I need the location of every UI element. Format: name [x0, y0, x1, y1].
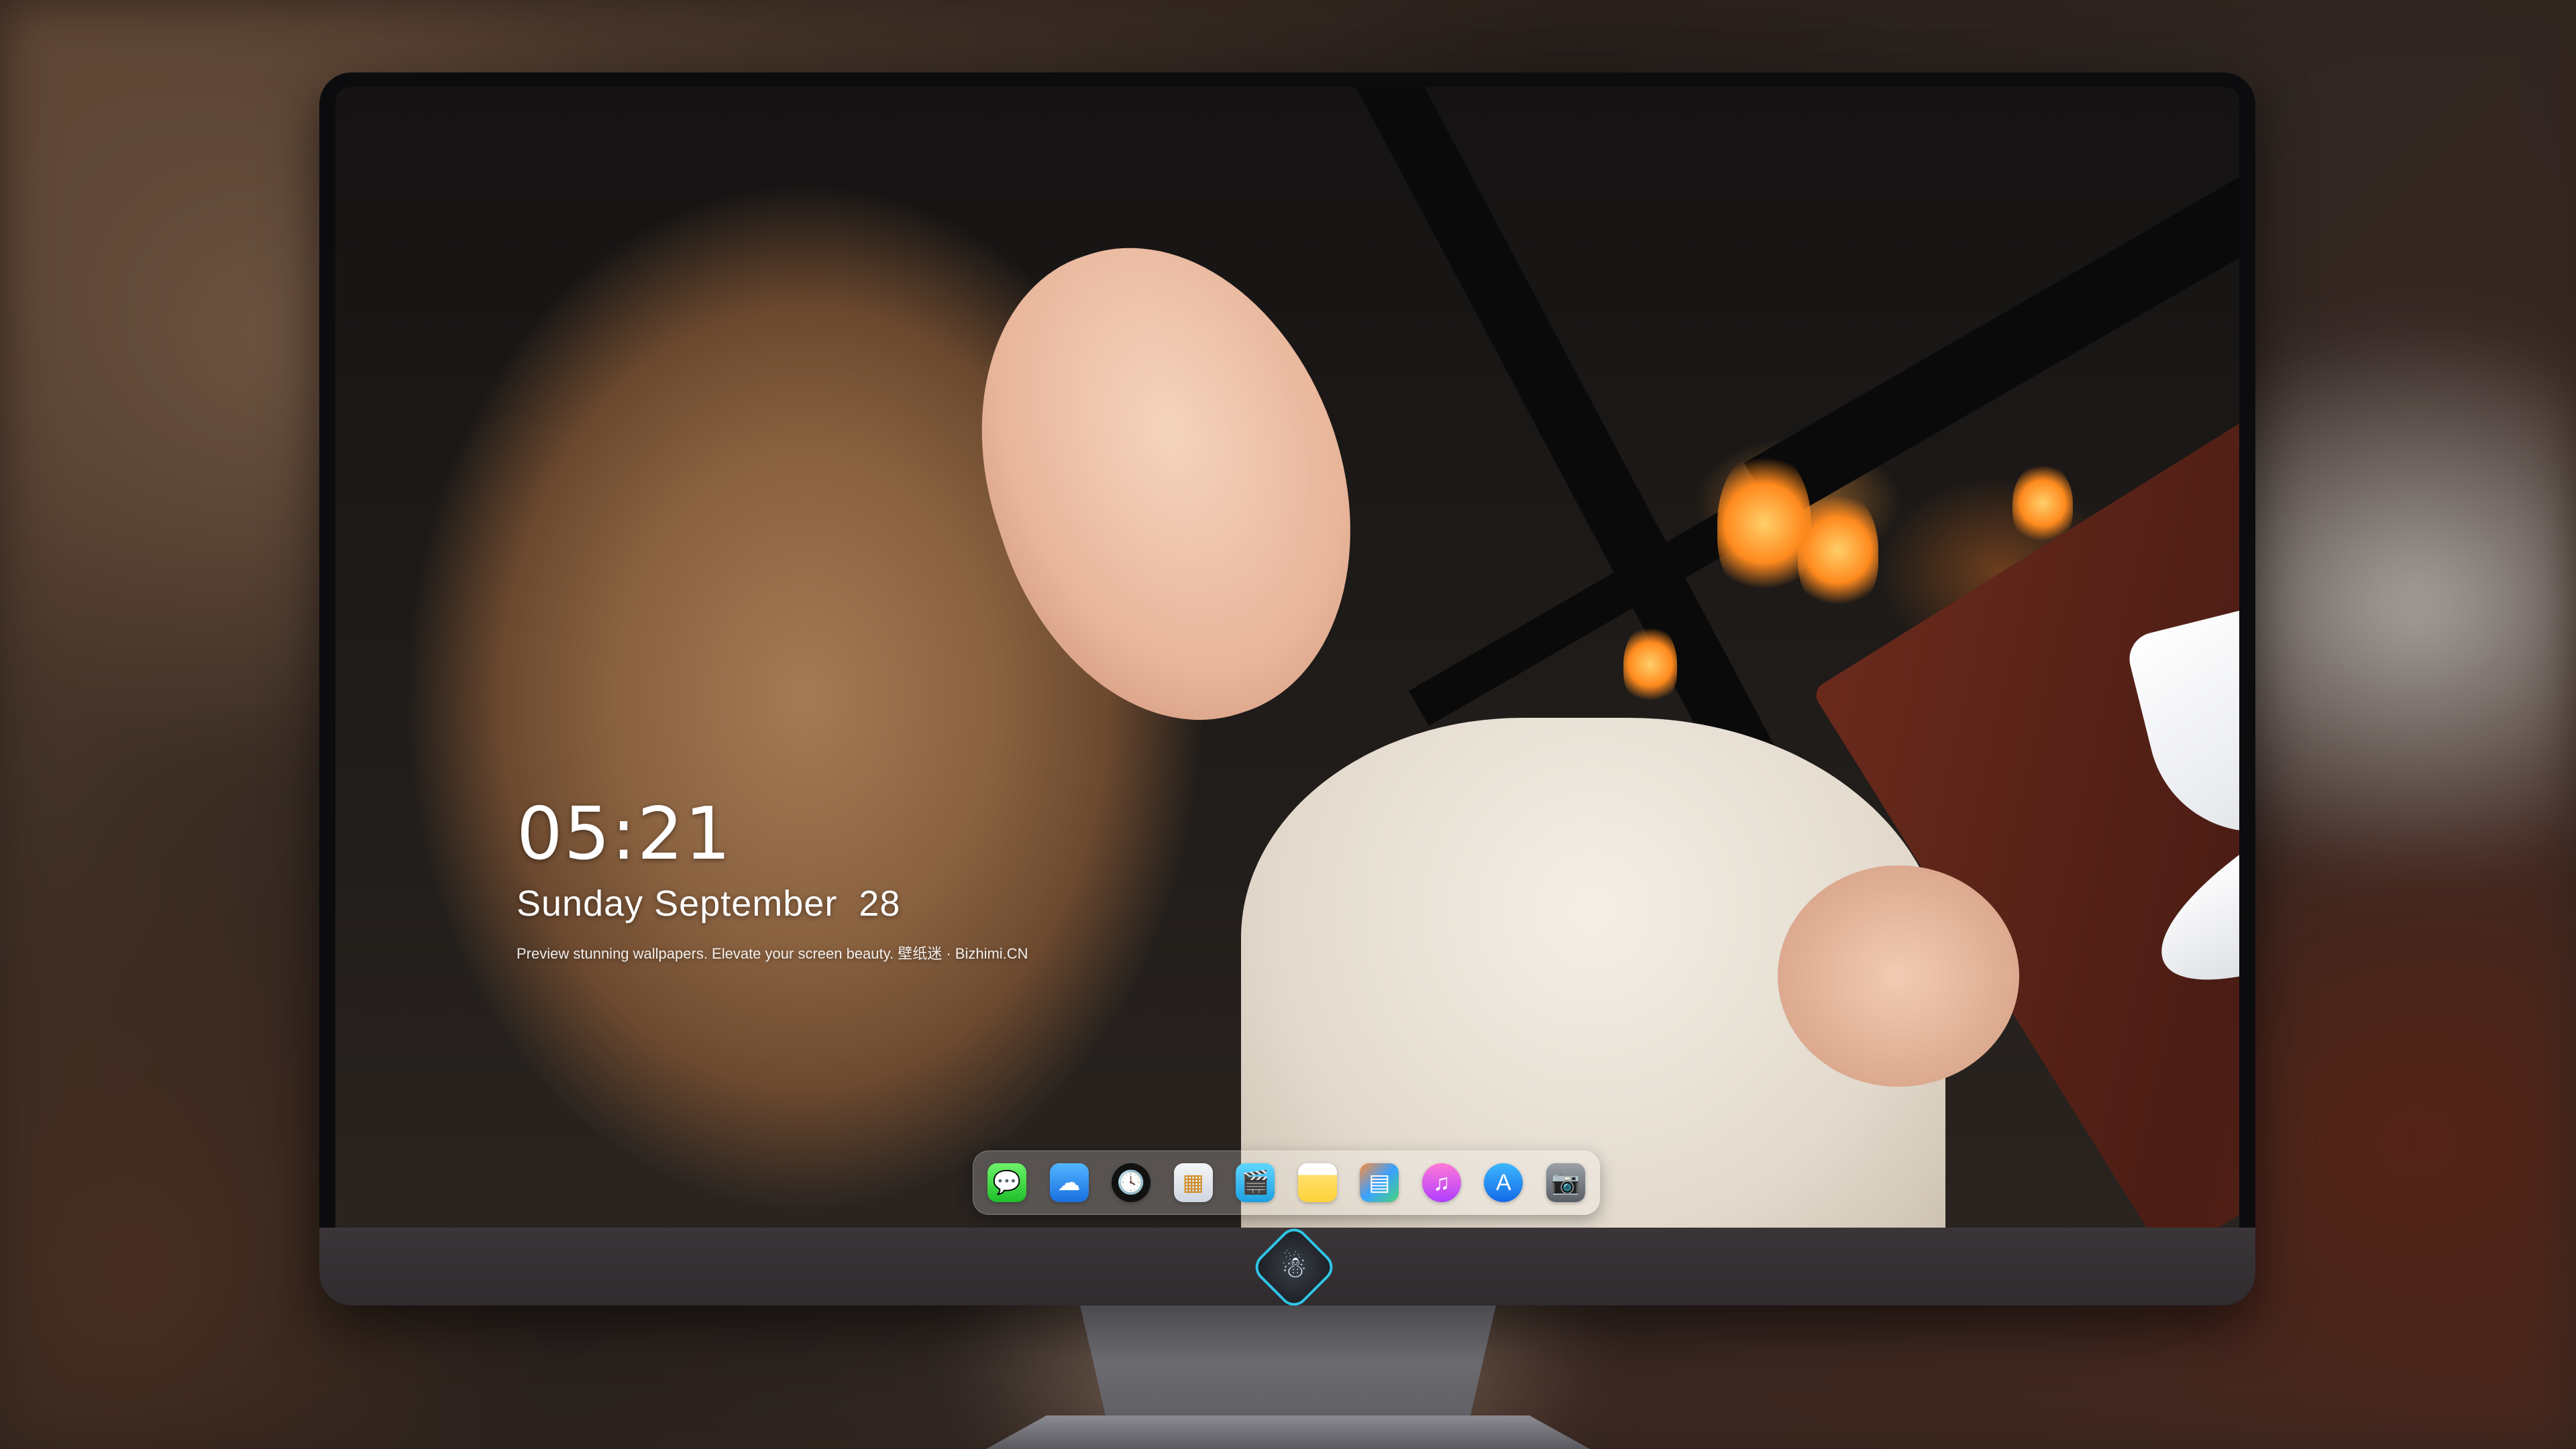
logo-glyph: ☃ [1281, 1250, 1307, 1284]
monitor-stand-base [986, 1415, 1590, 1449]
screen-wallpaper: 05:21 Sunday September 28 Preview stunni… [335, 87, 2239, 1228]
music-icon[interactable]: ♫ [1421, 1163, 1461, 1202]
dock: 💬 ☁ 🕓 ▦ 🎬 ▤ ♫ A 📷 [973, 1150, 1600, 1215]
clips-icon[interactable]: 🎬 [1236, 1163, 1275, 1202]
fire-flame [1717, 449, 1811, 597]
brand-logo-icon: ☃ [1253, 1226, 1335, 1305]
notes-icon[interactable] [1297, 1163, 1337, 1202]
preview-icon[interactable]: ▦ [1173, 1163, 1213, 1202]
tagline: Preview stunning wallpapers. Elevate you… [517, 945, 1028, 962]
clock-date: Sunday September 28 [517, 883, 901, 924]
clock-icon[interactable]: 🕓 [1112, 1163, 1151, 1202]
fire-flame [2012, 463, 2073, 543]
fire-flame [1798, 490, 1878, 610]
clock-time: 05:21 [517, 792, 733, 876]
lock-screen-info: 05:21 Sunday September 28 Preview stunni… [517, 798, 1028, 963]
camera-icon[interactable]: 📷 [1546, 1163, 1585, 1202]
app-store-icon[interactable]: A [1484, 1163, 1523, 1202]
messages-icon[interactable]: 💬 [987, 1163, 1026, 1202]
fire-flame [1623, 624, 1677, 704]
monitor-chin: ☃ [319, 1226, 2255, 1305]
weather-icon[interactable]: ☁ [1049, 1163, 1089, 1202]
monitor-frame: 05:21 Sunday September 28 Preview stunni… [319, 72, 2255, 1305]
keynote-icon[interactable]: ▤ [1360, 1163, 1399, 1202]
woman-hand [1778, 865, 2019, 1087]
